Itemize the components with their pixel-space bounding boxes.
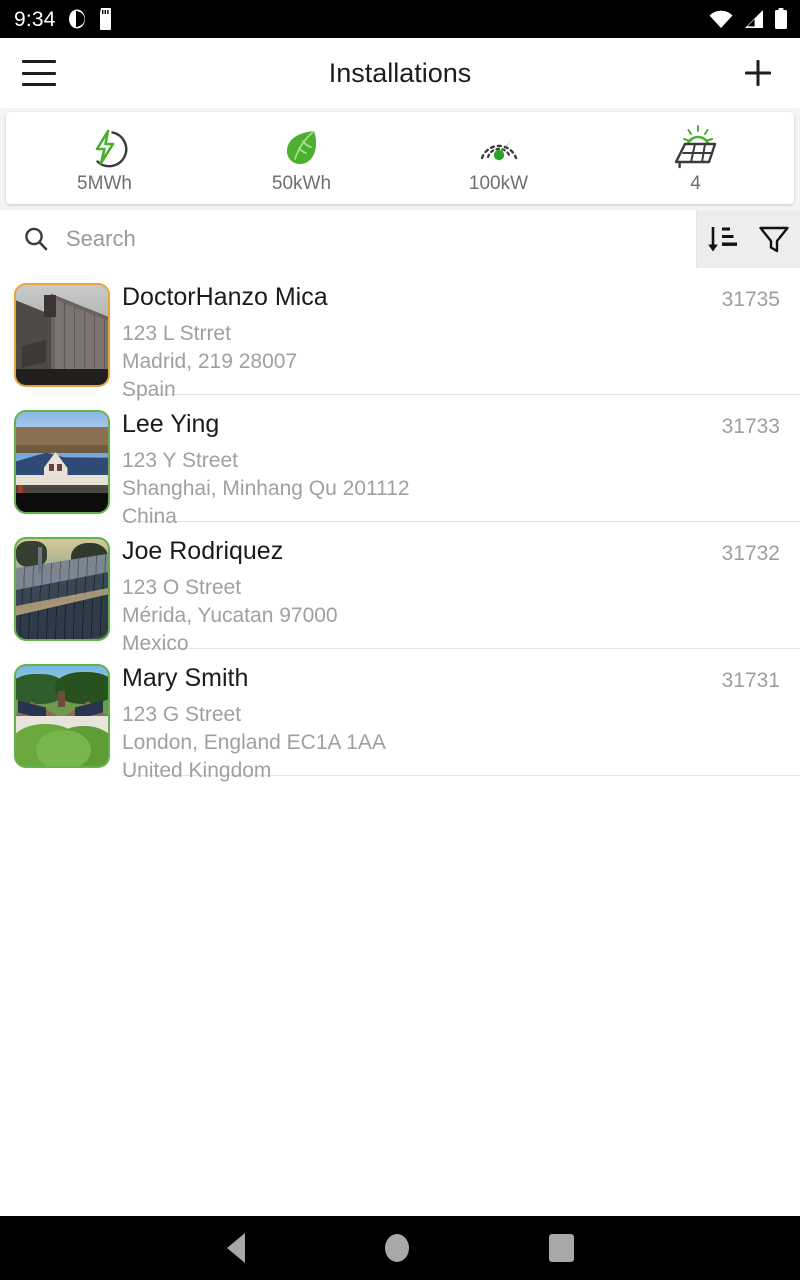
installation-id: 31731 [721,669,780,692]
cellular-signal-icon [745,10,763,28]
installation-thumbnail[interactable] [14,537,110,641]
stat-peak-power[interactable]: 100kW [400,124,597,193]
stat-label: 50kWh [271,172,332,194]
android-navigation-bar [0,1216,800,1280]
recents-square-icon[interactable] [548,1234,574,1262]
list-item-header: Mary Smith 31731 [122,659,780,694]
installation-name: Mary Smith [122,664,249,692]
list-item[interactable]: DoctorHanzo Mica 31735 123 L Strret Madr… [0,268,800,401]
sort-button[interactable] [696,210,748,268]
installation-address: 123 L Strret Madrid, 219 28007 Spain [122,313,780,403]
search-box[interactable] [0,210,696,268]
installations-list: DoctorHanzo Mica 31735 123 L Strret Madr… [0,268,800,1216]
address-city: Mérida, Yucatan 97000 [122,603,338,627]
address-street: 123 G Street [122,703,242,727]
stat-label: 4 [690,172,701,194]
list-item-body: DoctorHanzo Mica 31735 123 L Strret Madr… [122,278,800,401]
address-street: 123 O Street [122,576,242,600]
installation-address: 123 G Street London, England EC1A 1AA Un… [122,694,780,784]
installation-id: 31732 [721,542,780,565]
hamburger-menu-icon[interactable] [22,60,56,86]
app-notification-icon [68,9,85,29]
installation-name: DoctorHanzo Mica [122,283,328,311]
leaf-icon [279,124,325,170]
stat-label: 100kW [468,172,529,194]
list-item[interactable]: Joe Rodriquez 31732 123 O Street Mérida,… [0,522,800,655]
list-item-body: Mary Smith 31731 123 G Street London, En… [122,659,800,782]
wifi-icon [709,10,733,28]
address-city: Shanghai, Minhang Qu 201112 [122,476,410,500]
stats-card-container: 5MWh 50kWh 100kW 4 [0,108,800,210]
list-item[interactable]: Mary Smith 31731 123 G Street London, En… [0,649,800,782]
phone-screen: 9:34 Installations 5MWh 50kWh 100kW 4 Se… [0,0,800,1280]
energy-bolt-icon [82,124,128,170]
search-icon [25,227,48,251]
stat-installation-count[interactable]: 4 [597,124,794,193]
list-item-header: Joe Rodriquez 31732 [122,532,780,567]
page-title: Installations [328,57,472,88]
installation-name: Lee Ying [122,410,220,438]
address-city: London, England EC1A 1AA [122,730,386,754]
installation-thumbnail[interactable] [14,664,110,768]
sort-descending-icon [708,227,737,252]
status-bar-left: 9:34 [14,8,114,30]
status-bar-clock: 9:34 [14,7,56,31]
installation-id: 31733 [721,415,780,438]
list-item[interactable]: Lee Ying 31733 123 Y Street Shanghai, Mi… [0,395,800,528]
address-country: United Kingdom [122,758,272,782]
filter-funnel-icon [759,226,789,253]
installation-address: 123 Y Street Shanghai, Minhang Qu 201112… [122,440,780,530]
home-circle-icon[interactable] [384,1234,409,1262]
list-item-body: Lee Ying 31733 123 Y Street Shanghai, Mi… [122,405,800,528]
battery-icon [775,8,787,29]
stat-co2-saved[interactable]: 50kWh [203,124,400,193]
address-city: Madrid, 219 28007 [122,349,298,373]
back-triangle-icon[interactable] [226,1233,245,1263]
installation-address: 123 O Street Mérida, Yucatan 97000 Mexic… [122,567,780,657]
add-installation-button[interactable] [738,53,778,93]
stat-total-energy[interactable]: 5MWh [6,124,203,193]
installation-thumbnail[interactable] [14,410,110,514]
search-input[interactable] [66,226,674,252]
app-bar: Installations [0,38,800,108]
status-bar-right [708,8,788,30]
installation-thumbnail[interactable] [14,283,110,387]
stat-label: 5MWh [77,172,132,194]
search-toolbar [0,210,800,268]
list-item-body: Joe Rodriquez 31732 123 O Street Mérida,… [122,532,800,655]
filter-button[interactable] [748,210,800,268]
solar-panel-icon [671,124,721,170]
gauge-icon [475,124,523,170]
stats-card: 5MWh 50kWh 100kW 4 [6,112,794,204]
installation-name: Joe Rodriquez [122,537,284,565]
list-item-header: Lee Ying 31733 [122,405,780,440]
installation-id: 31735 [721,288,780,311]
status-bar: 9:34 [0,0,800,38]
list-item-header: DoctorHanzo Mica 31735 [122,278,780,313]
address-street: 123 Y Street [122,449,238,473]
address-street: 123 L Strret [122,322,231,346]
sd-card-icon [99,8,111,30]
